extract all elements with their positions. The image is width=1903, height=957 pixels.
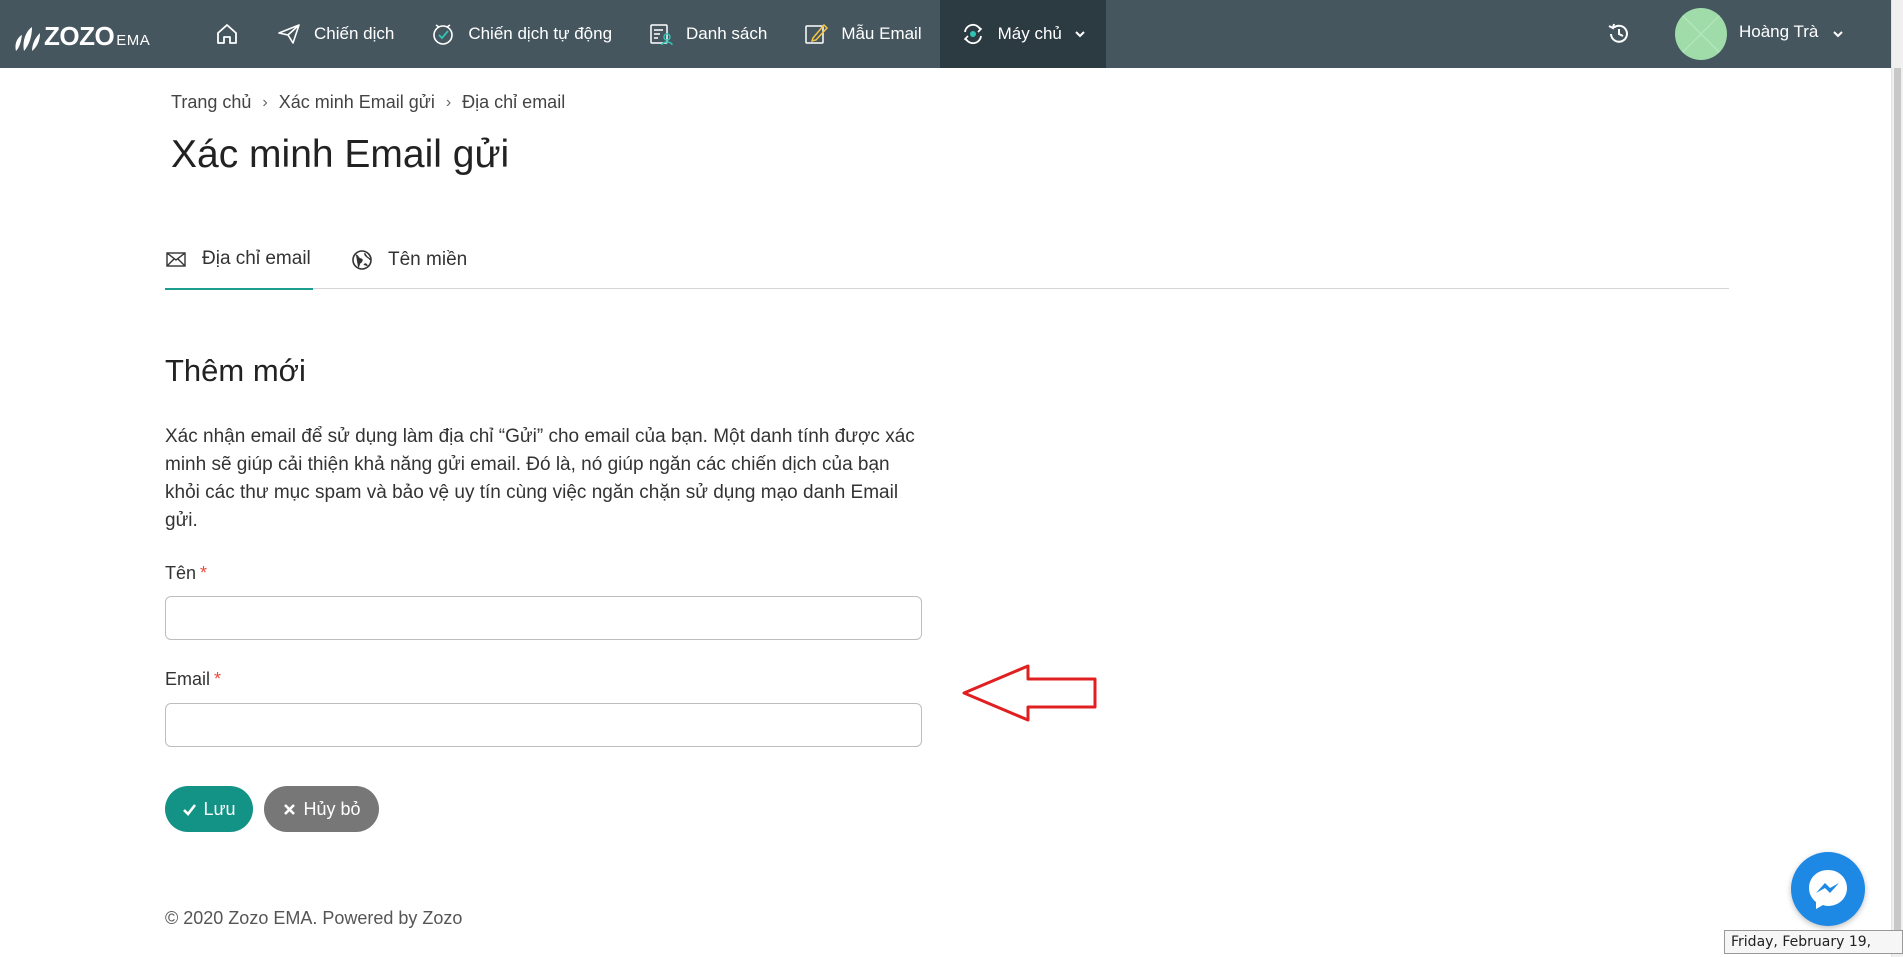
nav-auto-campaigns[interactable]: Chiến dịch tự động: [412, 0, 630, 68]
cancel-button-label: Hủy bỏ: [303, 798, 361, 819]
contact-list-icon: [650, 24, 673, 46]
top-navbar: ZOZO EMA Chiến dịch Chiến dịch tự động D…: [0, 0, 1903, 68]
name-label-text: Tên: [165, 563, 197, 583]
nav-auto-campaigns-label: Chiến dịch tự động: [468, 24, 613, 43]
avatar-placeholder-icon: [1675, 8, 1727, 60]
nav-lists-label: Danh sách: [686, 24, 768, 43]
history-icon[interactable]: [1605, 20, 1633, 48]
name-field-label: Tên *: [165, 563, 207, 584]
tab-domain[interactable]: Tên miền: [351, 240, 481, 289]
nav-servers-label: Máy chủ: [997, 24, 1062, 43]
auto-campaign-icon: [433, 24, 454, 45]
globe-icon: [352, 249, 372, 270]
page-title: Xác minh Email gửi: [171, 133, 510, 176]
nav-home[interactable]: [196, 0, 258, 68]
check-icon: [183, 803, 197, 816]
email-field-label: Email *: [165, 669, 221, 690]
form-description: Xác nhận email để sử dụng làm địa chỉ “G…: [165, 426, 915, 531]
scrollbar-thumb[interactable]: [1894, 68, 1901, 938]
required-asterisk: *: [214, 669, 222, 689]
main-menu: Chiến dịch Chiến dịch tự động Danh sách: [196, 0, 1106, 68]
cancel-button[interactable]: Hủy bỏ: [264, 786, 379, 832]
messenger-icon: [1809, 870, 1847, 909]
envelope-icon: [166, 252, 186, 267]
name-input[interactable]: [165, 596, 922, 640]
required-asterisk: *: [200, 563, 208, 583]
close-icon: [284, 803, 296, 815]
tab-email-address[interactable]: Địa chỉ email: [165, 240, 313, 290]
user-name[interactable]: Hoàng Trà: [1739, 22, 1818, 42]
user-menu-chevron-icon[interactable]: [1832, 28, 1844, 40]
nav-lists[interactable]: Danh sách: [630, 0, 785, 68]
nav-email-templates-label: Mẫu Email: [841, 24, 922, 43]
avatar[interactable]: [1675, 8, 1727, 60]
nav-campaigns[interactable]: Chiến dịch: [258, 0, 412, 68]
annotation-arrow-icon: [962, 664, 1097, 722]
email-template-icon: [805, 23, 829, 44]
paper-plane-icon: [278, 24, 300, 44]
save-button-label: Lưu: [203, 798, 236, 819]
footer-copyright: © 2020 Zozo EMA. Powered by Zozo: [165, 908, 463, 928]
nav-campaigns-label: Chiến dịch: [314, 24, 395, 43]
leaf-logo-icon: [15, 27, 40, 51]
nav-servers[interactable]: Máy chủ: [939, 0, 1106, 68]
email-label-text: Email: [165, 669, 211, 689]
chevron-down-icon: [1075, 31, 1085, 38]
logo-subtext: EMA: [116, 31, 151, 49]
tab-domain-label: Tên miền: [388, 248, 468, 270]
logo-text: ZOZO: [44, 20, 115, 51]
breadcrumb-home[interactable]: Trang chủ: [171, 92, 251, 113]
save-button[interactable]: Lưu: [165, 786, 253, 832]
email-input[interactable]: [165, 703, 922, 747]
breadcrumb-separator: ›: [262, 93, 268, 111]
home-icon: [217, 24, 237, 44]
breadcrumb-current: Địa chỉ email: [462, 92, 566, 112]
zozo-ema-logo[interactable]: ZOZO EMA: [12, 16, 150, 56]
form-title: Thêm mới: [165, 353, 306, 388]
breadcrumb-separator: ›: [445, 93, 452, 111]
date-tooltip: Friday, February 19, 2021: [1724, 930, 1903, 957]
nav-email-templates[interactable]: Mẫu Email: [785, 0, 939, 68]
breadcrumb: Trang chủ › Xác minh Email gửi › Địa chỉ…: [171, 92, 565, 113]
messenger-chat-button[interactable]: [1791, 852, 1865, 926]
page-scrollbar[interactable]: [1891, 0, 1903, 957]
tab-email-address-label: Địa chỉ email: [202, 248, 311, 269]
breadcrumb-sender-verification[interactable]: Xác minh Email gửi: [279, 92, 435, 113]
tab-bar: Địa chỉ email Tên miền: [165, 240, 1729, 290]
server-sync-icon: [963, 23, 982, 45]
